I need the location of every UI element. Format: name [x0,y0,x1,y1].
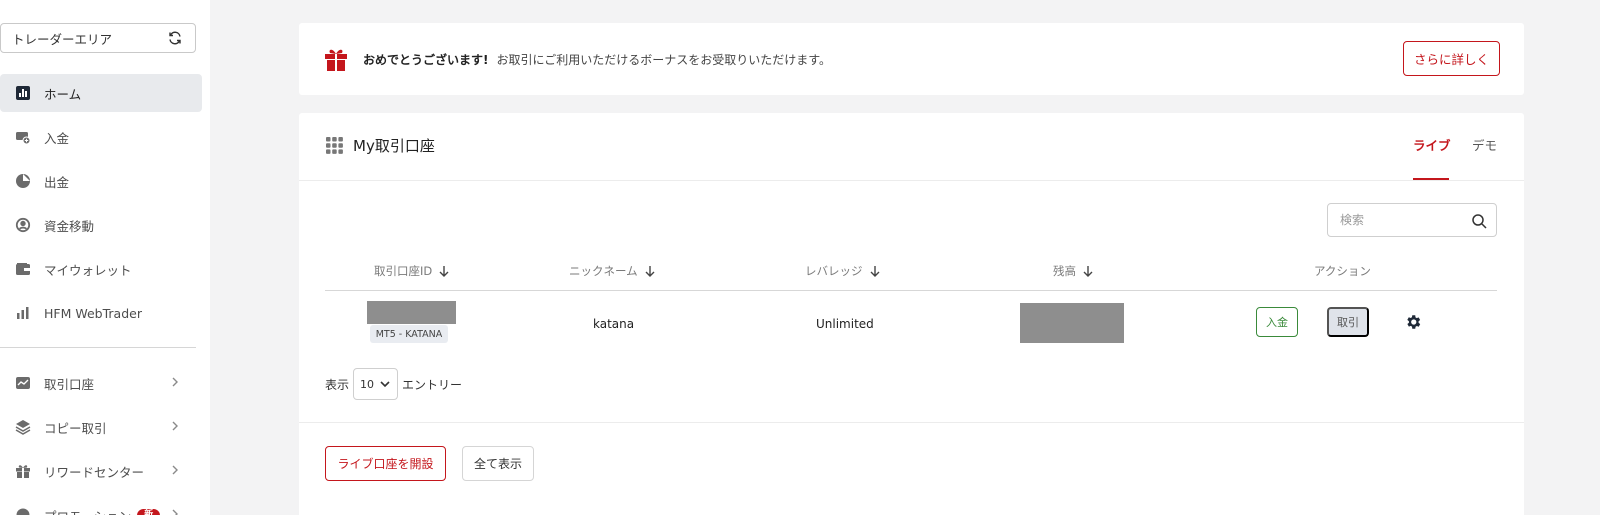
sort-arrow-icon [870,266,879,277]
nav-label-copy-trading: コピー取引 [44,420,107,436]
open-live-account-button[interactable]: ライブ口座を開設 [325,446,446,481]
nav-label-deposit: 入金 [44,130,70,146]
sort-arrow-icon [439,266,449,277]
chevron-right-icon [172,465,178,475]
nav-item-promotion[interactable]: プロモーション 新 [0,496,202,515]
bar-chart-icon [15,305,31,321]
column-label-account-id: 取引口座ID [374,264,433,278]
card-header: My取引口座 ライブ デモ [299,113,1524,181]
page-size-control: 表示 10 エントリー [325,368,462,400]
redacted-account-id [367,301,456,324]
column-label-balance: 残高 [1053,264,1076,278]
refresh-icon [169,31,181,45]
redacted-balance [1020,303,1124,343]
nav-item-withdraw[interactable]: 出金 [0,162,202,200]
account-type-chip: MT5 - KATANA [370,325,448,343]
leverage-cell: Unlimited [816,317,874,331]
wallet-icon [15,261,31,277]
column-header-leverage[interactable]: レバレッジ [805,263,881,279]
gift-icon [325,49,347,71]
trader-area-label: トレーダーエリア [12,31,113,47]
search-box [1327,203,1497,237]
nav-item-reward-center[interactable]: リワードセンター [0,452,202,490]
sort-arrow-icon [1083,266,1093,277]
sort-arrow-icon [645,266,655,277]
banner-congrats: おめでとうございます! [363,52,489,67]
search-icon[interactable] [1471,213,1487,229]
nav-item-wallet[interactable]: マイウォレット [0,250,202,288]
column-label-action: アクション [1314,264,1371,278]
column-label-leverage: レバレッジ [805,264,863,278]
sidebar: トレーダーエリア ホーム 入金 出金 資金移動 マイウォレット HFM WebT… [0,0,210,515]
column-header-nickname[interactable]: ニックネーム [569,263,656,279]
nav-item-trading-accounts[interactable]: 取引口座 [0,364,202,402]
entries-label: エントリー [402,377,463,392]
column-label-nickname: ニックネーム [569,264,638,278]
nav-label-withdraw: 出金 [44,174,70,190]
nav-label-webtrader: HFM WebTrader [44,305,142,321]
nav-label-trading-accounts: 取引口座 [44,376,95,392]
new-badge: 新 [137,508,161,515]
trader-area-selector[interactable]: トレーダーエリア [0,23,196,53]
chart-icon [15,85,31,101]
withdraw-icon [15,173,31,189]
sidebar-divider [0,347,196,348]
nav-item-transfer[interactable]: 資金移動 [0,206,202,244]
tab-live-indicator [1413,178,1449,180]
column-header-balance[interactable]: 残高 [1053,263,1094,279]
table-header-divider [325,290,1497,291]
chevron-right-icon [172,509,178,515]
chevron-down-icon [380,381,390,388]
nav-label-transfer: 資金移動 [44,218,95,234]
deposit-icon [15,129,31,145]
secondary-nav: 取引口座 コピー取引 リワードセンター プロモーション 新 [0,364,202,515]
deposit-button[interactable]: 入金 [1256,307,1298,337]
page-size-select[interactable]: 10 [353,368,399,400]
transfer-icon [15,217,31,233]
nav-label-reward-center: リワードセンター [44,464,145,480]
nav-item-home[interactable]: ホーム [0,74,202,112]
card-title-text: My取引口座 [353,137,435,155]
nav-item-copy-trading[interactable]: コピー取引 [0,408,202,446]
tab-live[interactable]: ライブ [1413,135,1451,154]
column-header-account-id[interactable]: 取引口座ID [374,263,450,279]
gear-icon[interactable] [1404,313,1422,331]
main-nav: ホーム 入金 出金 資金移動 マイウォレット HFM WebTrader [0,74,202,338]
banner-message: お取引にご利用いただけるボーナスをお受取りいただけます。 [496,52,832,67]
nav-label-wallet: マイウォレット [44,262,132,278]
nav-item-deposit[interactable]: 入金 [0,118,202,156]
layers-icon [15,419,31,435]
search-input[interactable] [1328,204,1458,236]
column-header-action: アクション [1314,263,1371,279]
learn-more-button[interactable]: さらに詳しく [1403,41,1500,76]
tab-demo[interactable]: デモ [1472,135,1497,154]
nav-label-home: ホーム [44,86,82,102]
show-all-button[interactable]: 全て表示 [462,446,534,481]
chevron-right-icon [172,421,178,431]
chevron-right-icon [172,377,178,387]
gift-icon [15,463,31,479]
trade-button[interactable]: 取引 [1327,307,1369,337]
show-label: 表示 [325,377,350,392]
card-title: My取引口座 [326,135,435,156]
card-footer-divider [299,422,1524,423]
bonus-banner: おめでとうございます! お取引にご利用いただけるボーナスをお受取りいただけます。… [299,23,1524,95]
grid-icon [326,137,343,154]
nickname-cell: katana [593,317,635,331]
trading-icon [15,375,31,391]
my-accounts-card: My取引口座 ライブ デモ 取引口座ID ニックネーム レバレッジ 残高 アクシ… [299,113,1524,515]
nav-label-promotion: プロモーション [44,506,131,515]
page-size-value: 10 [360,377,375,391]
promo-icon [15,507,31,515]
nav-item-webtrader[interactable]: HFM WebTrader [0,294,202,332]
